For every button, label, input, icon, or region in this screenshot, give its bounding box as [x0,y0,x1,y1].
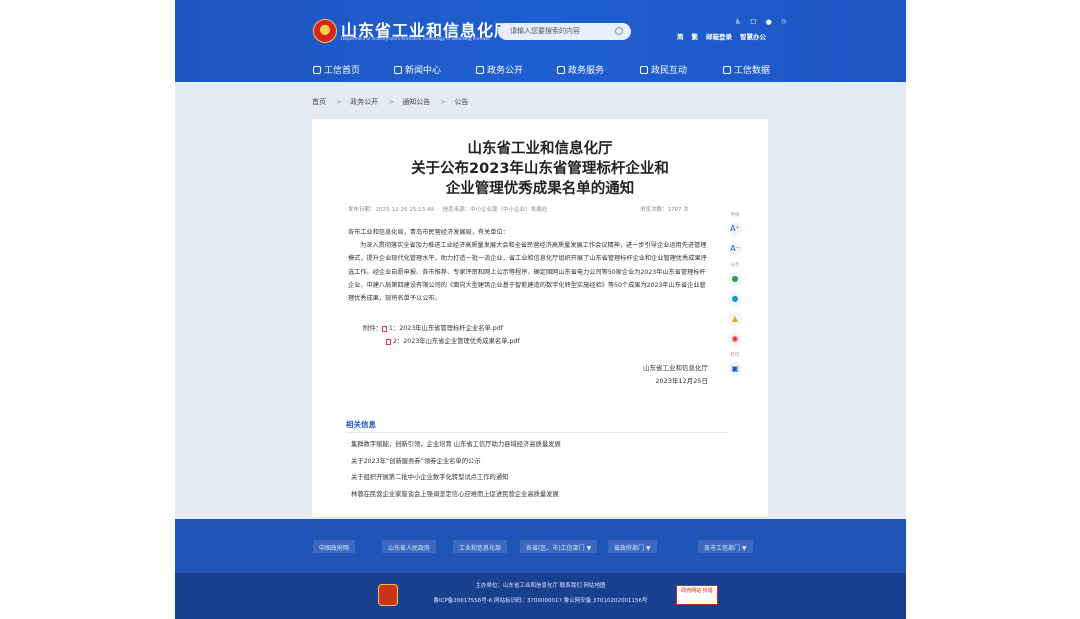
breadcrumb-notices[interactable]: 通知公告 [402,98,430,106]
article-tools: 字体 A⁺ A⁻ 分享 ● ● ▲ ◉ 打印 ▣ [727,212,743,382]
signature: 山东省工业和信息化厅 2023年12月25日 [643,362,708,388]
print-label: 打印 [730,353,740,358]
simplified-link[interactable]: 简 [677,31,684,41]
weibo-icon[interactable]: ♲ [781,18,787,26]
breadcrumb-affairs[interactable]: 政务公开 [350,98,378,106]
traditional-link[interactable]: 繁 [692,31,699,41]
pdf-icon [386,338,391,345]
article-body: 各市工业和信息化局，青岛市民营经济发展局，有关单位： 为深入贯彻落实全省加力推进… [348,226,708,305]
salutation: 各市工业和信息化局，青岛市民营经济发展局，有关单位： [348,229,509,236]
search-icon[interactable] [615,27,623,35]
footer-select-provinces[interactable]: 各省(区、市)工信部门 ▼ [520,540,598,553]
footer-host: 主办单位：山东省工业和信息化厅 联系我们 网站地图 [475,583,606,589]
error-report-badge[interactable]: 政府网站 找错 [676,585,718,605]
national-emblem-icon [313,19,337,43]
breadcrumb: 首页 > 政务公开 > 通知公告 > 公告 [312,98,469,106]
star-share-icon[interactable]: ▲ [728,312,742,326]
data-icon [723,65,731,74]
search-input[interactable]: 请输入您要搜索的内容 [498,23,631,40]
nav-item-news[interactable]: 新闻中心 [394,63,441,76]
nav-item-services[interactable]: 政务服务 [557,63,604,76]
home-icon [313,65,321,74]
footer-links: 中国政府网 山东省人民政府 工业和信息化部 各省(区、市)工信部门 ▼ 省政府部… [175,519,906,573]
qzone-share-icon[interactable]: ● [728,292,742,306]
view-count: 浏览次数：1707 次 [640,207,689,213]
footer-link-gov[interactable]: 中国政府网 [313,540,356,553]
breadcrumb-home[interactable]: 首页 [312,98,326,106]
font-decrease-button[interactable]: A⁻ [728,242,742,256]
font-label: 字体 [730,213,740,218]
top-icons: ♿ ☐ ● ♲ [735,18,787,26]
body-paragraph: 为深入贯彻落实全省加力推进工业经济高质量发展大会和全省民营经济高质量发展工作会议… [348,242,707,303]
nav-item-home[interactable]: 工信首页 [313,63,360,76]
footer-select-cities[interactable]: 各市工信部门 ▼ [698,540,753,553]
affairs-icon [476,65,484,74]
pdf-icon [381,325,387,332]
attach-label: 附件： [363,325,382,332]
interaction-icon [640,65,648,74]
article-title: 山东省工业和信息化厅 关于公布2023年山东省管理标杆企业和 企业管理优秀成果名… [411,141,669,197]
top-links: 简 繁 邮箱登录 智慧办公 [677,31,766,41]
related-item[interactable]: 关于2023年“创新服务券”领券企业名单的公示 [346,454,729,471]
related-divider [346,432,729,433]
related-list: 集群数字赋能，创新引领，企业培育 山东省工信厅助力县域经济高质量发展 关于202… [346,437,729,503]
page: 山东省工业和信息化厅 Department of Industry and In… [175,0,906,619]
header: 山东省工业和信息化厅 Department of Industry and In… [175,0,906,82]
attachments: 附件： 1：2023年山东省管理标杆企业名单.pdf 2：2023年山东省企业管理… [363,322,520,348]
footer-link-miit[interactable]: 工业和信息化部 [453,540,508,553]
breadcrumb-announcement[interactable]: 公告 [454,98,468,106]
wechat-share-icon[interactable]: ● [728,272,742,286]
email-login-link[interactable]: 邮箱登录 [706,31,732,41]
related-item[interactable]: 关于组织开展第二批中小企业数字化转型试点工作的通知 [346,470,729,487]
attachment-link-2[interactable]: 2：2023年山东省企业管理优秀成果名单.pdf [393,335,520,348]
accessibility-icon[interactable]: ♿ [735,18,741,26]
nav-item-interaction[interactable]: 政民互动 [640,63,687,76]
attachment-link-1[interactable]: 1：2023年山东省管理标杆企业名单.pdf [389,322,503,335]
footer-select-departments[interactable]: 省政府部门 ▼ [608,540,657,553]
main-nav: 工信首页 新闻中心 政务公开 政务服务 政民互动 工信数据 [175,58,906,82]
footer-info: 主办单位：山东省工业和信息化厅 联系我们 网站地图 鲁ICP备20017556号… [175,573,906,619]
related-item[interactable]: 林蓉在民营企业家座谈会上强调坚定信心迎难而上促进民营企业高质量发展 [346,487,729,504]
smart-office-link[interactable]: 智慧办公 [740,31,766,41]
weibo-share-icon[interactable]: ◉ [728,332,742,346]
nav-item-gov-affairs[interactable]: 政务公开 [476,63,523,76]
sign-org: 山东省工业和信息化厅 [643,364,708,372]
site-subtitle: Department of Industry and Information T… [341,36,490,41]
services-icon [557,65,565,74]
news-icon [394,65,402,74]
nav-item-data[interactable]: 工信数据 [723,63,770,76]
related-item[interactable]: 集群数字赋能，创新引领，企业培育 山东省工信厅助力县域经济高质量发展 [346,437,729,454]
publish-date: 发布日期：2023-12-26 15:13:49 [348,207,434,213]
footer-icp: 鲁ICP备20017556号-6 网站标识码：3700000017 鲁公网安备 … [433,598,648,604]
wechat-icon[interactable]: ● [766,18,772,26]
info-source: 信息来源：中小企业局（中小企业）发展处 [442,207,548,213]
footer-link-province[interactable]: 山东省人民政府 [382,540,437,553]
mobile-icon[interactable]: ☐ [750,18,756,26]
share-label: 分享 [730,263,740,268]
print-icon[interactable]: ▣ [728,362,742,376]
search-placeholder: 请输入您要搜索的内容 [510,27,580,35]
article-meta: 发布日期：2023-12-26 15:13:49 信息来源：中小企业局（中小企业… [348,205,708,213]
sign-date: 2023年12月25日 [655,377,708,385]
related-title: 相关信息 [346,420,376,429]
font-increase-button[interactable]: A⁺ [728,222,742,236]
